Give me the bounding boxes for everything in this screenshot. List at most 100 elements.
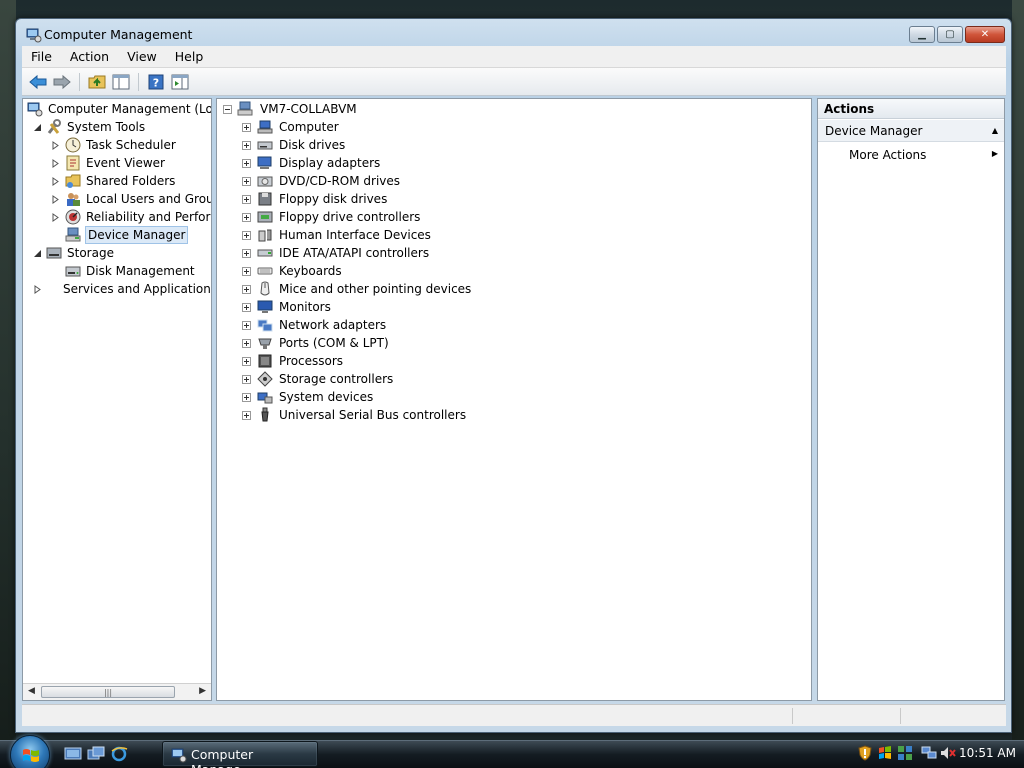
usb-icon (261, 407, 269, 422)
device-category-label: Disk drives (279, 138, 346, 152)
expand-plus-icon[interactable] (242, 159, 251, 168)
disk-drive-icon (257, 141, 273, 150)
expand-plus-icon[interactable] (242, 375, 251, 384)
collapsed-triangle-icon (52, 213, 59, 222)
device-list-pane[interactable]: VM7-COLLABVM Computer Disk drives Display … (216, 98, 812, 701)
device-manager-icon (65, 227, 81, 242)
device-category-label: Floppy disk drives (279, 192, 388, 206)
switch-windows-icon[interactable] (87, 746, 105, 762)
disk-management-icon (65, 266, 81, 277)
port-icon (258, 338, 272, 349)
tree-label: Storage (67, 246, 114, 260)
volume-muted-icon[interactable] (940, 745, 956, 761)
hid-icon (258, 229, 272, 242)
collapsed-triangle-icon (52, 141, 59, 150)
windows-update-icon[interactable] (877, 745, 893, 761)
toolbar-separator (79, 72, 80, 91)
submenu-arrow-icon: ▶ (991, 149, 998, 158)
floppy-controller-icon (257, 211, 273, 223)
clock-icon (65, 137, 81, 153)
network-icon[interactable] (921, 745, 937, 761)
expand-plus-icon[interactable] (242, 177, 251, 186)
expanded-triangle-icon (34, 250, 41, 257)
windows-logo-icon (23, 749, 39, 762)
taskbar-computer-management-button[interactable]: Computer Manage... (162, 741, 318, 768)
expand-plus-icon[interactable] (242, 339, 251, 348)
expand-plus-icon[interactable] (242, 123, 251, 132)
title-bar[interactable]: Computer Management ▁ ▢ ✕ (16, 19, 1011, 49)
collapsed-triangle-icon (34, 285, 41, 294)
forward-button[interactable] (52, 72, 72, 92)
ide-controller-icon (257, 249, 273, 257)
menu-help[interactable]: Help (166, 46, 213, 68)
horizontal-scrollbar[interactable]: ◀ ||| ▶ (23, 683, 211, 700)
tree-label: Local Users and Groups (86, 192, 211, 206)
collapse-up-arrow-icon[interactable]: ▲ (992, 120, 998, 142)
expand-plus-icon[interactable] (242, 195, 251, 204)
device-category-label: Mice and other pointing devices (279, 282, 472, 296)
collapse-minus-icon[interactable] (223, 105, 232, 114)
floppy-disk-icon (258, 192, 272, 206)
collapsed-triangle-icon (52, 159, 59, 168)
up-one-level-button[interactable] (87, 72, 107, 92)
expand-plus-icon[interactable] (242, 303, 251, 312)
device-category-label: Universal Serial Bus controllers (279, 408, 467, 422)
action-center-icon[interactable] (897, 745, 913, 761)
maximize-button[interactable]: ▢ (937, 26, 963, 43)
expand-plus-icon[interactable] (242, 141, 251, 150)
menu-view[interactable]: View (118, 46, 166, 68)
menu-bar: File Action View Help (22, 46, 1006, 68)
menu-action[interactable]: Action (61, 46, 118, 68)
internet-explorer-icon[interactable] (110, 746, 128, 762)
show-hide-action-pane-button[interactable] (170, 72, 190, 92)
scroll-left-arrow-icon[interactable]: ◀ (28, 686, 35, 696)
help-button[interactable]: ? (146, 72, 166, 92)
device-category-label: DVD/CD-ROM drives (279, 174, 401, 188)
performance-gauge-icon (65, 209, 81, 225)
security-shield-icon[interactable] (857, 745, 873, 761)
computer-icon (257, 120, 273, 134)
expand-plus-icon[interactable] (242, 411, 251, 420)
start-button[interactable] (10, 735, 50, 768)
expand-plus-icon[interactable] (242, 285, 251, 294)
back-button[interactable] (28, 72, 48, 92)
desktop-left-edge (0, 0, 16, 740)
expand-plus-icon[interactable] (242, 249, 251, 258)
expand-plus-icon[interactable] (242, 267, 251, 276)
show-hide-tree-button[interactable] (111, 72, 131, 92)
monitor-icon (257, 300, 273, 313)
show-desktop-icon[interactable] (64, 746, 82, 762)
actions-section-device-manager[interactable]: Device Manager ▲ (818, 120, 1004, 142)
menu-file[interactable]: File (22, 46, 61, 68)
navigation-tree-pane[interactable]: Computer Management (Local System Tools … (22, 98, 212, 701)
minimize-button[interactable]: ▁ (909, 26, 935, 43)
computer-management-icon (171, 748, 187, 763)
dvd-drive-icon (257, 176, 273, 187)
device-category-label: Keyboards (279, 264, 342, 278)
scrollbar-thumb[interactable]: ||| (41, 686, 175, 698)
computer-management-icon (27, 102, 43, 117)
tree-label: Computer Management (Local (48, 102, 212, 116)
expand-plus-icon[interactable] (242, 393, 251, 402)
expand-plus-icon[interactable] (242, 231, 251, 240)
taskbar-clock: 10:51 AM (959, 746, 1016, 760)
device-tree-root-label: VM7-COLLABVM (260, 102, 357, 116)
close-button[interactable]: ✕ (965, 26, 1005, 43)
device-category-label: IDE ATA/ATAPI controllers (279, 246, 430, 260)
tree-label: Disk Management (86, 264, 195, 278)
processor-icon (258, 354, 272, 368)
system-tray: 10:51 AM (855, 742, 1024, 766)
device-category-label: Display adapters (279, 156, 381, 170)
scroll-right-arrow-icon[interactable]: ▶ (199, 686, 206, 696)
forward-arrow-icon (53, 74, 71, 89)
expand-plus-icon[interactable] (242, 213, 251, 222)
up-folder-icon (88, 75, 106, 88)
storage-controller-icon (257, 371, 273, 387)
collapsed-triangle-icon (52, 195, 59, 204)
tree-label: Task Scheduler (86, 138, 176, 152)
expand-plus-icon[interactable] (242, 321, 251, 330)
more-actions-link[interactable]: More Actions (849, 146, 926, 164)
shared-folder-icon (65, 174, 81, 188)
expand-plus-icon[interactable] (242, 357, 251, 366)
tree-label: Device Manager (85, 226, 189, 244)
